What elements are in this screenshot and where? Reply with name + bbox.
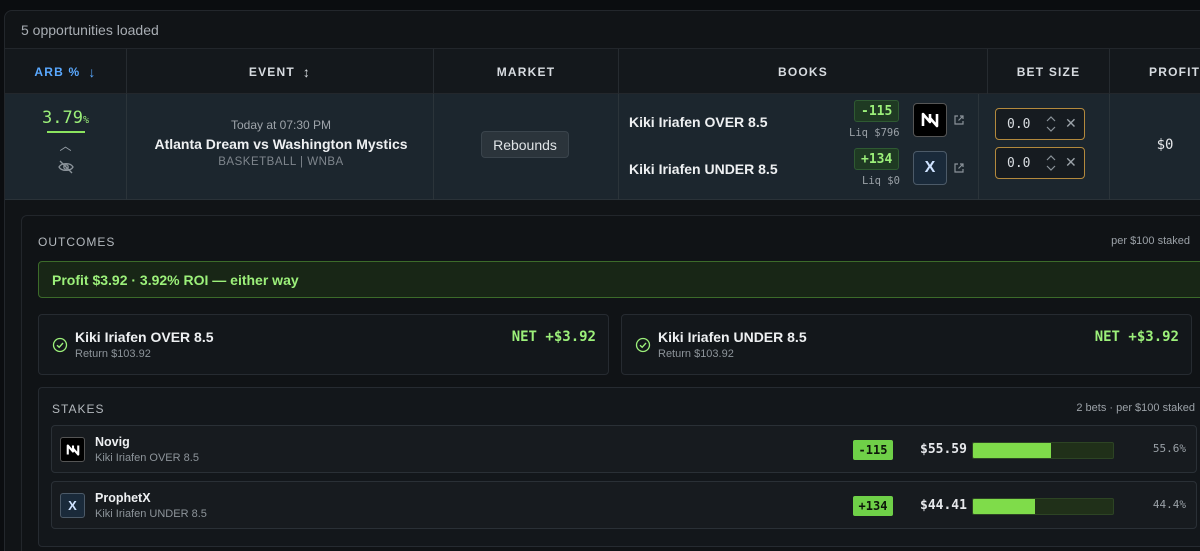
arb-percent-value: 3.79% bbox=[42, 108, 89, 128]
outcome-card-under: Kiki Iriafen UNDER 8.5 Return $103.92 NE… bbox=[621, 314, 1192, 375]
stake-bar bbox=[972, 498, 1114, 515]
stakes-note: 2 bets · per $100 staked bbox=[1076, 402, 1195, 414]
row-details: OUTCOMES per $100 staked Profit $3.92 · … bbox=[21, 215, 1200, 551]
novig-icon bbox=[66, 443, 79, 456]
stake-percent: 44.4% bbox=[1152, 498, 1186, 511]
outcome-net: NET +$3.92 bbox=[1094, 329, 1179, 345]
outcome-name: Kiki Iriafen OVER 8.5 bbox=[75, 329, 214, 345]
market-cell: Rebounds bbox=[434, 94, 619, 200]
event-cell: Today at 07:30 PM Atlanta Dream vs Washi… bbox=[127, 94, 434, 200]
event-time: Today at 07:30 PM bbox=[230, 118, 332, 132]
prophetx-logo[interactable]: X bbox=[913, 151, 947, 185]
event-name: Atlanta Dream vs Washington Mystics bbox=[154, 136, 408, 152]
prophetx-icon: X bbox=[924, 159, 936, 176]
market-badge: Rebounds bbox=[481, 131, 569, 158]
stake-percent: 55.6% bbox=[1152, 442, 1186, 455]
bet-size-cell: 0.0 ✕ 0.0 ✕ bbox=[979, 94, 1110, 200]
arb-cell: 3.79% ︿ bbox=[5, 94, 127, 200]
eye-off-icon[interactable] bbox=[58, 160, 74, 174]
stake-bar-fill bbox=[973, 443, 1051, 458]
stake-row-prophetx: X ProphetX Kiki Iriafen UNDER 8.5 +134 $… bbox=[51, 481, 1197, 529]
column-profit[interactable]: PROFIT bbox=[1110, 49, 1200, 94]
stakes-title: STAKES bbox=[52, 402, 105, 416]
leg-odds-over: -115 bbox=[854, 100, 900, 122]
stake-amount: $44.41 bbox=[920, 498, 967, 513]
leg-liquidity-over: Liq $796 bbox=[849, 127, 900, 139]
profit-cell: $0 bbox=[1110, 94, 1200, 200]
books-cell: Kiki Iriafen OVER 8.5 -115 Liq $796 Kiki… bbox=[619, 94, 979, 200]
outcome-return: Return $103.92 bbox=[75, 348, 151, 360]
stakes-section: STAKES 2 bets · per $100 staked Novig Ki… bbox=[38, 387, 1200, 547]
clear-icon[interactable]: ✕ bbox=[1065, 115, 1077, 132]
check-circle-icon bbox=[52, 337, 68, 353]
column-event[interactable]: EVENT ↕ bbox=[127, 49, 434, 94]
prophetx-icon: X bbox=[68, 498, 77, 513]
stake-bar-fill bbox=[973, 499, 1036, 514]
stepper-icon[interactable] bbox=[1045, 151, 1057, 175]
stepper-icon[interactable] bbox=[1045, 112, 1057, 136]
external-link-icon[interactable] bbox=[953, 162, 965, 174]
table-row[interactable]: 3.79% ︿ Today at 07:30 PM Atlanta Dream … bbox=[5, 94, 1200, 200]
bet-size-input-over[interactable]: 0.0 ✕ bbox=[995, 108, 1085, 140]
outcome-net: NET +$3.92 bbox=[511, 329, 596, 345]
stake-selection: Kiki Iriafen OVER 8.5 bbox=[95, 452, 199, 464]
stake-odds: +134 bbox=[853, 496, 893, 516]
stake-row-novig: Novig Kiki Iriafen OVER 8.5 -115 $55.59 … bbox=[51, 425, 1197, 473]
profit-value: $0 bbox=[1156, 137, 1174, 153]
column-books[interactable]: BOOKS bbox=[619, 49, 988, 94]
clear-icon[interactable]: ✕ bbox=[1065, 154, 1077, 171]
outcome-return: Return $103.92 bbox=[658, 348, 734, 360]
outcomes-title: OUTCOMES bbox=[38, 235, 116, 249]
leg-selection-over: Kiki Iriafen OVER 8.5 bbox=[629, 114, 768, 130]
prophetx-logo: X bbox=[60, 493, 85, 518]
leg-odds-under: +134 bbox=[854, 148, 900, 170]
arb-underline bbox=[47, 131, 85, 133]
status-bar: 5 opportunities loaded bbox=[5, 11, 1200, 49]
outcome-name: Kiki Iriafen UNDER 8.5 bbox=[658, 329, 807, 345]
column-bet-size[interactable]: BET SIZE bbox=[988, 49, 1110, 94]
external-link-icon[interactable] bbox=[953, 114, 965, 126]
table-header: ARB % ↓ EVENT ↕ MARKET BOOKS BET SIZE PR… bbox=[5, 49, 1200, 94]
leg-selection-under: Kiki Iriafen UNDER 8.5 bbox=[629, 161, 778, 177]
opportunities-count: 5 opportunities loaded bbox=[21, 21, 159, 38]
stake-odds: -115 bbox=[853, 440, 893, 460]
outcome-card-over: Kiki Iriafen OVER 8.5 Return $103.92 NET… bbox=[38, 314, 609, 375]
stake-book-name: ProphetX bbox=[95, 491, 151, 505]
column-arb-percent[interactable]: ARB % ↓ bbox=[5, 49, 127, 94]
stake-selection: Kiki Iriafen UNDER 8.5 bbox=[95, 508, 207, 520]
sort-descending-icon: ↓ bbox=[88, 63, 97, 80]
stake-book-name: Novig bbox=[95, 435, 130, 449]
novig-logo[interactable] bbox=[913, 103, 947, 137]
novig-logo bbox=[60, 437, 85, 462]
column-market[interactable]: MARKET bbox=[434, 49, 619, 94]
outcomes-note: per $100 staked bbox=[1111, 235, 1190, 247]
check-circle-icon bbox=[635, 337, 651, 353]
sort-both-icon: ↕ bbox=[302, 63, 312, 80]
bet-size-input-under[interactable]: 0.0 ✕ bbox=[995, 147, 1085, 179]
event-league: BASKETBALL | WNBA bbox=[218, 156, 344, 168]
profit-banner: Profit $3.92 · 3.92% ROI — either way bbox=[38, 261, 1200, 298]
leg-liquidity-under: Liq $0 bbox=[862, 175, 900, 187]
novig-icon bbox=[921, 112, 939, 128]
stake-amount: $55.59 bbox=[920, 442, 967, 457]
stake-bar bbox=[972, 442, 1114, 459]
chevron-up-icon[interactable]: ︿ bbox=[5, 137, 126, 154]
opportunities-panel: 5 opportunities loaded ARB % ↓ EVENT ↕ M… bbox=[4, 10, 1200, 551]
